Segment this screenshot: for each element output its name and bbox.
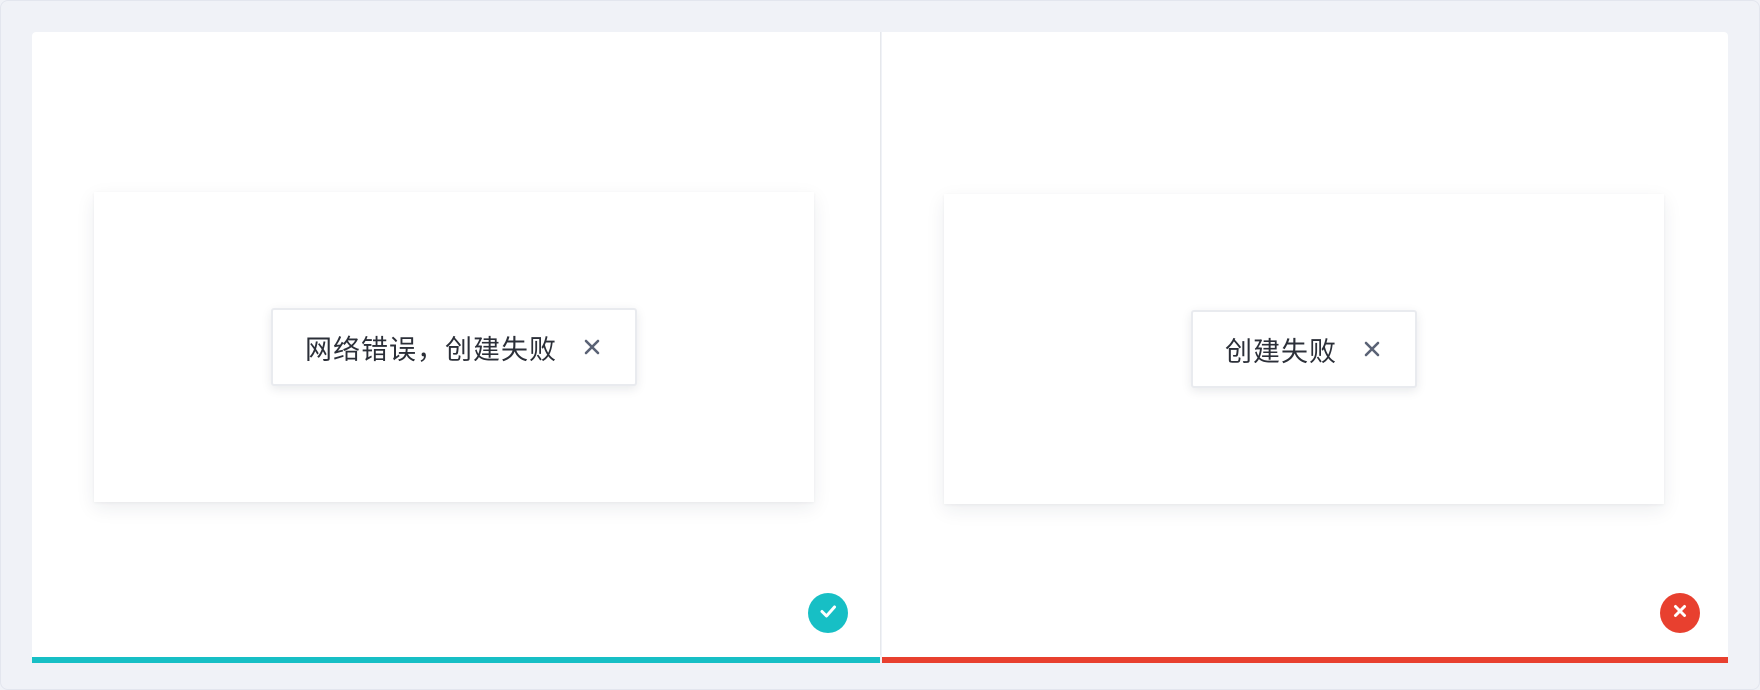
cross-icon — [1670, 601, 1690, 625]
check-icon — [817, 600, 839, 626]
dont-example-panel: 创建失败 — [882, 32, 1728, 663]
correct-badge — [808, 593, 848, 633]
toast-message: 网络错误，创建失败 — [305, 334, 557, 366]
close-icon[interactable] — [1361, 338, 1383, 360]
toast-notification: 创建失败 — [1191, 310, 1417, 388]
incorrect-underline — [882, 657, 1728, 663]
example-card: 网络错误，创建失败 — [94, 192, 814, 502]
example-card: 创建失败 — [944, 194, 1664, 504]
close-icon[interactable] — [581, 336, 603, 358]
panel-divider — [880, 32, 881, 655]
do-example-panel: 网络错误，创建失败 — [32, 32, 880, 663]
toast-notification: 网络错误，创建失败 — [271, 308, 637, 386]
correct-underline — [32, 657, 880, 663]
incorrect-badge — [1660, 593, 1700, 633]
toast-message: 创建失败 — [1225, 336, 1337, 368]
